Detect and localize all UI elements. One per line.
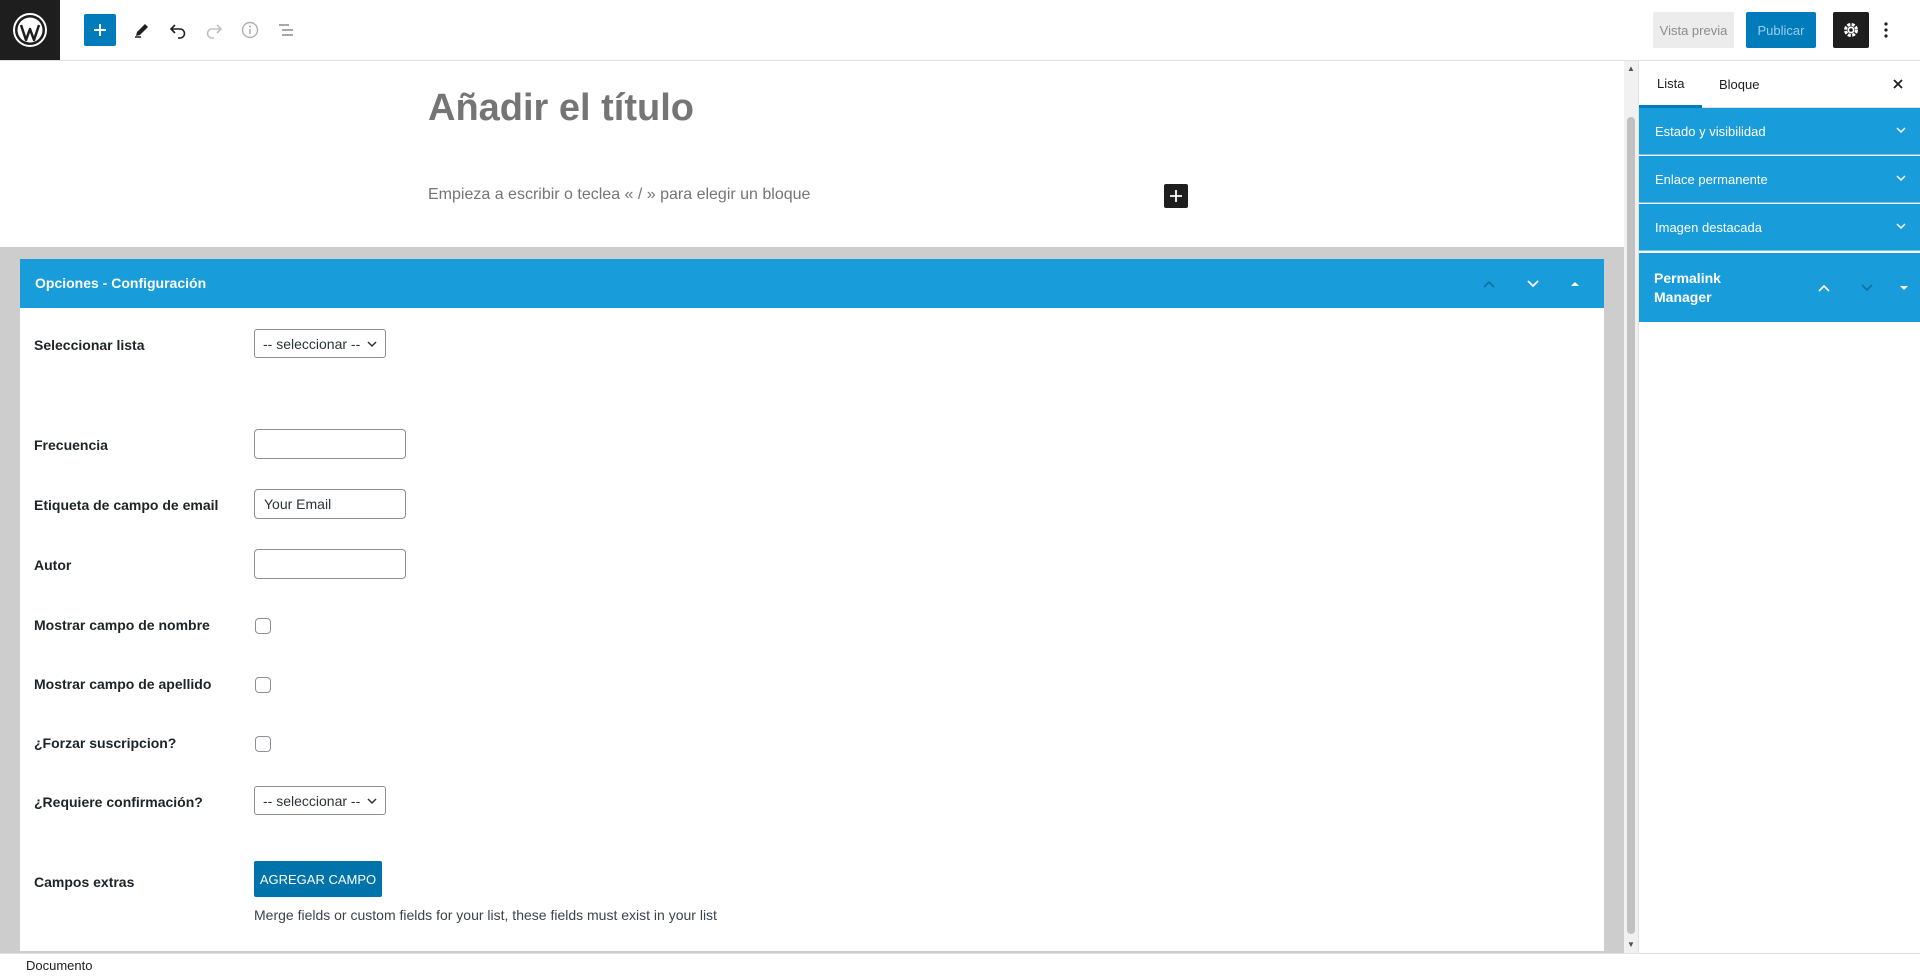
show-name-label: Mostrar campo de nombre [34, 617, 210, 633]
email-label-input[interactable]: Your Email [254, 489, 406, 519]
redo-button[interactable] [198, 14, 230, 46]
editor-header: Vista previa Publicar [0, 0, 1920, 61]
panel-permalink[interactable]: Enlace permanente [1639, 156, 1920, 203]
tab-document[interactable]: Lista [1639, 61, 1703, 108]
panel-label: Estado y visibilidad [1655, 124, 1766, 139]
select-list-dropdown[interactable]: -- seleccionar -- [254, 329, 386, 358]
redo-icon [206, 24, 223, 39]
requires-confirmation-value: -- seleccionar -- [263, 792, 361, 809]
metabox-header[interactable]: Opciones - Configuración [20, 259, 1604, 308]
editor-canvas: Añadir el título Empieza a escribir o te… [0, 61, 1624, 953]
publish-button[interactable]: Publicar [1746, 12, 1816, 48]
move-down-button[interactable] [1518, 269, 1548, 299]
chevron-down-icon [367, 341, 377, 348]
metaboxes-area: Opciones - Configuración Seleccionar lis… [0, 247, 1624, 953]
gear-icon [1844, 23, 1858, 37]
show-name-checkbox[interactable] [255, 618, 271, 634]
post-title-area: Añadir el título Empieza a escribir o te… [0, 61, 1624, 247]
permalink-manager-title: Permalink Manager [1654, 270, 1721, 305]
more-vertical-icon [1884, 22, 1888, 38]
panel-permalink-manager[interactable]: Permalink Manager [1639, 253, 1920, 322]
options-metabox: Opciones - Configuración Seleccionar lis… [20, 259, 1604, 951]
chevron-up-icon [1483, 280, 1495, 288]
chevron-down-icon [1527, 280, 1539, 288]
author-label: Autor [34, 557, 72, 573]
list-view-button[interactable] [270, 14, 302, 46]
tab-block[interactable]: Bloque [1701, 61, 1777, 108]
move-down-button[interactable] [1852, 273, 1882, 303]
extra-fields-label: Campos extras [34, 874, 135, 890]
requires-confirmation-label: ¿Requiere confirmación? [34, 794, 203, 810]
tools-button[interactable] [126, 14, 158, 46]
wordpress-icon [13, 13, 47, 47]
requires-confirmation-dropdown[interactable]: -- seleccionar -- [254, 786, 386, 815]
sidebar-tabs: Lista Bloque [1639, 61, 1920, 108]
panel-label: Enlace permanente [1655, 172, 1768, 187]
details-button[interactable] [234, 14, 266, 46]
force-subscription-checkbox[interactable] [255, 736, 271, 752]
show-lastname-label: Mostrar campo de apellido [34, 676, 212, 692]
panel-status-visibility[interactable]: Estado y visibilidad [1639, 108, 1920, 155]
close-icon [1893, 79, 1903, 89]
inline-add-block-button[interactable] [1164, 184, 1188, 208]
info-icon [241, 21, 259, 39]
caret-up-icon [1571, 282, 1579, 286]
add-block-button[interactable] [84, 14, 116, 46]
options-menu-button[interactable] [1876, 14, 1896, 46]
select-list-label: Seleccionar lista [34, 337, 145, 353]
breadcrumb[interactable]: Documento [26, 958, 92, 973]
chevron-down-icon [1896, 175, 1906, 182]
undo-button[interactable] [162, 14, 194, 46]
settings-sidebar: Lista Bloque Estado y visibilidad Enlace… [1638, 61, 1920, 953]
editor-footer: Documento [0, 953, 1920, 977]
wordpress-logo-button[interactable] [0, 0, 60, 60]
undo-icon [169, 24, 186, 39]
move-up-button[interactable] [1474, 269, 1504, 299]
force-subscription-label: ¿Forzar suscripcion? [34, 735, 177, 751]
list-view-icon [279, 24, 293, 36]
chevron-down-icon [1896, 127, 1906, 134]
editor-scrollbar[interactable]: ▲ ▼ [1624, 61, 1638, 953]
panel-featured-image[interactable]: Imagen destacada [1639, 204, 1920, 251]
scroll-thumb[interactable] [1627, 117, 1635, 934]
scroll-down-arrow[interactable]: ▼ [1627, 941, 1635, 949]
plus-icon [1170, 190, 1182, 202]
metabox-title: Opciones - Configuración [35, 275, 207, 291]
panel-label: Imagen destacada [1655, 220, 1762, 235]
email-label-label: Etiqueta de campo de email [34, 497, 219, 513]
select-list-value: -- seleccionar -- [263, 335, 361, 352]
move-up-button[interactable] [1809, 273, 1839, 303]
preview-button[interactable]: Vista previa [1653, 12, 1734, 48]
show-lastname-checkbox[interactable] [255, 677, 271, 693]
chevron-down-icon [1861, 284, 1873, 292]
scroll-up-arrow[interactable]: ▲ [1627, 65, 1635, 73]
caret-down-icon [1900, 286, 1908, 290]
chevron-down-icon [367, 798, 377, 805]
chevron-up-icon [1818, 284, 1830, 292]
author-input[interactable] [254, 549, 406, 579]
settings-button[interactable] [1833, 12, 1869, 48]
frequency-label: Frecuencia [34, 437, 108, 453]
toggle-panel-button[interactable] [1560, 269, 1590, 299]
chevron-down-icon [1896, 223, 1906, 230]
add-field-button[interactable]: AGREGAR CAMPO [254, 861, 382, 897]
post-title-input[interactable]: Añadir el título [428, 87, 694, 130]
plus-icon [94, 24, 106, 36]
pencil-icon [135, 24, 148, 38]
close-sidebar-button[interactable] [1889, 75, 1907, 93]
frequency-input[interactable] [254, 429, 406, 459]
extra-fields-help: Merge fields or custom fields for your l… [254, 907, 717, 923]
default-block-appender[interactable]: Empieza a escribir o teclea « / » para e… [428, 186, 810, 204]
toggle-panel-button[interactable] [1889, 273, 1919, 303]
